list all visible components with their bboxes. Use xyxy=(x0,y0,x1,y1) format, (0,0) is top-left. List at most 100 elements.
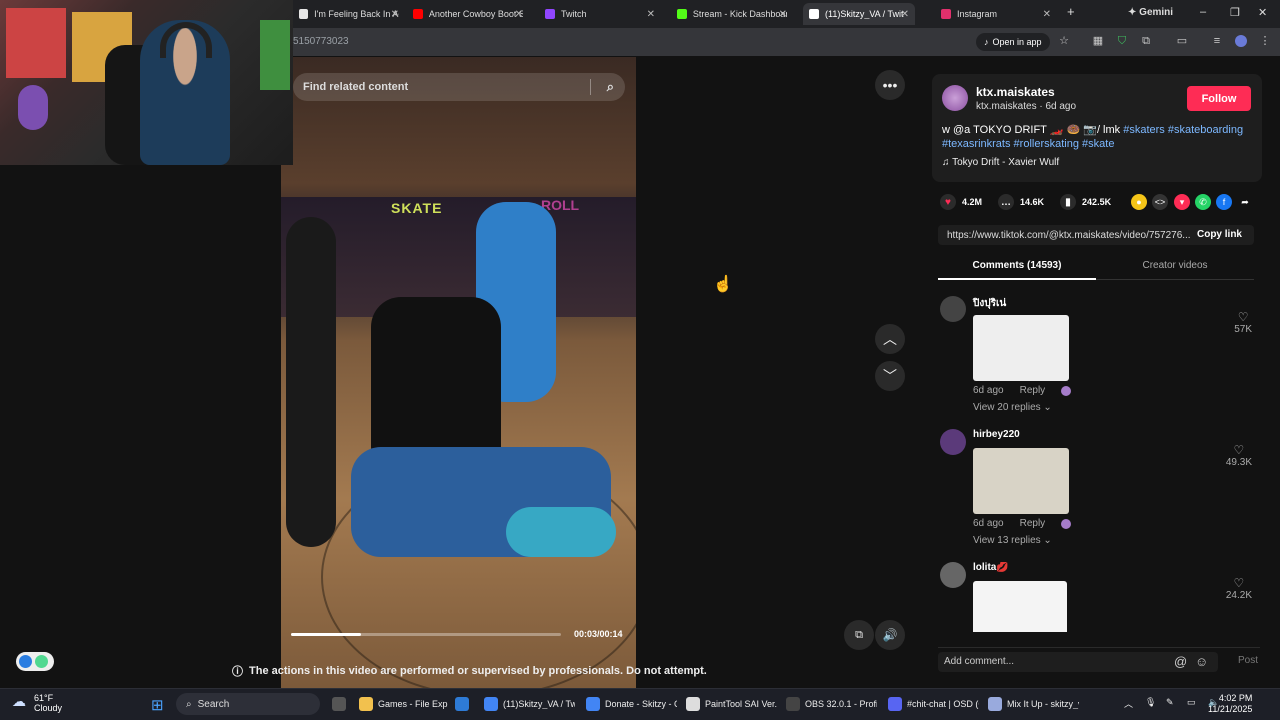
microphone-icon[interactable]: 🎙 xyxy=(1145,697,1156,708)
post-comment-button[interactable]: Post xyxy=(1238,655,1258,666)
weather-widget[interactable]: ☁ 61°F Cloudy xyxy=(12,693,62,713)
reply-button[interactable]: Reply xyxy=(1020,385,1046,396)
view-replies-button[interactable]: View 13 replies ⌄ xyxy=(973,535,1052,546)
open-in-app-button[interactable]: ♪ Open in app xyxy=(976,33,1050,51)
more-options-icon[interactable]: ••• xyxy=(875,70,905,100)
tab-close-icon[interactable]: ✕ xyxy=(901,9,909,20)
tab-close-icon[interactable]: ✕ xyxy=(647,9,655,20)
reading-list-icon[interactable]: ≡ xyxy=(1211,35,1223,47)
share-arrow-icon[interactable]: ➦ xyxy=(1237,194,1253,210)
video-player[interactable]: SKATE ROLL xyxy=(281,57,636,688)
whatsapp-icon[interactable]: ✆ xyxy=(1195,194,1211,210)
taskbar-app[interactable]: (11)Skitzy_VA / Twit xyxy=(484,697,575,711)
hashtag-link[interactable]: #skate xyxy=(1082,138,1114,150)
taskbar-app[interactable]: Donate - Skitzy - C xyxy=(586,697,677,711)
comment-like-button[interactable]: ♡ 49.3K xyxy=(1226,443,1252,468)
facebook-icon[interactable]: f xyxy=(1216,194,1232,210)
more-menu-icon[interactable]: ⋮ xyxy=(1259,35,1271,47)
tab-favicon-icon xyxy=(809,9,819,19)
picture-in-picture-icon[interactable]: ⧉ xyxy=(844,620,874,650)
view-replies-button[interactable]: View 20 replies ⌄ xyxy=(973,402,1052,413)
network-icon[interactable]: ▭ xyxy=(1187,697,1196,708)
hashtag-link[interactable]: #skaters xyxy=(1123,124,1165,136)
taskbar-search[interactable]: ⌕ Search xyxy=(176,693,320,715)
comment-time: 6d ago xyxy=(973,385,1004,396)
minimize-icon[interactable]: – xyxy=(1200,6,1206,18)
volume-icon[interactable]: 🔊 xyxy=(875,620,905,650)
taskbar-app[interactable]: OBS 32.0.1 - Profile xyxy=(786,697,877,711)
taskbar-app[interactable]: Mix It Up - skitzy_v xyxy=(988,697,1079,711)
browser-tab[interactable]: Twitch ✕ xyxy=(539,3,661,25)
commenter-name[interactable]: ปิงปุริเน่ xyxy=(973,296,1006,311)
caption-text: w @a TOKYO DRIFT 🏎️ 🍩 📷/ lmk xyxy=(942,124,1124,136)
tab-label: Another Cowboy Boot S xyxy=(428,9,523,19)
bookmark-star-icon[interactable]: ☆ xyxy=(1058,35,1070,47)
next-video-chevron-down-icon[interactable]: ﹀ xyxy=(875,361,905,391)
music-track[interactable]: ♫ Tokyo Drift - Xavier Wulf xyxy=(942,157,1059,168)
mention-icon[interactable]: @ xyxy=(1174,654,1187,669)
tab-close-icon[interactable]: ✕ xyxy=(779,9,787,20)
hashtag-link[interactable]: #rollerskating xyxy=(1014,138,1079,150)
shield-icon[interactable]: ⛉ xyxy=(1116,35,1128,47)
commenter-name[interactable]: lolita💋 xyxy=(973,562,1009,573)
send-to-friends-icon[interactable]: ▾ xyxy=(1174,194,1190,210)
embed-code-icon[interactable]: <> xyxy=(1152,194,1168,210)
browser-tab[interactable]: (11)Skitzy_VA / Twit ✕ xyxy=(803,3,915,25)
taskbar-app[interactable]: #chit-chat | OSD (C xyxy=(888,697,979,711)
maximize-icon[interactable]: ❐ xyxy=(1230,6,1240,19)
profile-avatar[interactable] xyxy=(1235,35,1247,47)
close-window-icon[interactable]: ✕ xyxy=(1258,6,1267,19)
gemini-button[interactable]: ✦ Gemini xyxy=(1128,7,1173,18)
like-button[interactable]: ♥ 4.2M xyxy=(940,194,982,210)
comment-meta: 6d ago Reply xyxy=(973,385,1072,396)
search-icon[interactable]: ⌕ xyxy=(607,79,614,95)
video-progress-bar[interactable] xyxy=(291,633,561,636)
extension-icon[interactable]: ▦ xyxy=(1092,35,1104,47)
commenter-avatar[interactable] xyxy=(940,562,966,588)
comment-button[interactable]: … 14.6K xyxy=(998,194,1044,210)
find-related-content-search[interactable]: Find related content ⌕ xyxy=(293,73,625,101)
tab-close-icon[interactable]: ✕ xyxy=(1043,9,1051,20)
commenter-avatar[interactable] xyxy=(940,429,966,455)
tab-close-icon[interactable]: ✕ xyxy=(515,9,523,20)
engagement-stats: ♥ 4.2M … 14.6K ▮ 242.5K xyxy=(940,194,1121,210)
follow-button[interactable]: Follow xyxy=(1187,86,1251,111)
reply-button[interactable]: Reply xyxy=(1020,518,1046,529)
browser-tab[interactable]: Stream - Kick Dashboar ✕ xyxy=(671,3,793,25)
tab-comments[interactable]: Comments (14593) xyxy=(938,256,1096,280)
share-coin-icon[interactable]: ● xyxy=(1131,194,1147,210)
browser-tab[interactable]: I'm Feeling Back In Acti ✕ xyxy=(293,3,405,25)
commenter-avatar[interactable] xyxy=(940,296,966,322)
extensions-puzzle-icon[interactable]: ⧉ xyxy=(1140,35,1152,47)
post-link-url[interactable]: https://www.tiktok.com/@ktx.maiskates/vi… xyxy=(947,230,1191,241)
floating-widget[interactable] xyxy=(16,652,54,671)
photos-app-icon[interactable] xyxy=(455,697,469,711)
copy-link-button[interactable]: Copy link xyxy=(1197,229,1242,240)
hashtag-link[interactable]: #skateboarding xyxy=(1168,124,1243,136)
tray-chevron-up-icon[interactable]: ︿ xyxy=(1124,697,1133,710)
save-button[interactable]: ▮ 242.5K xyxy=(1060,194,1111,210)
commenter-name[interactable]: hirbey220 xyxy=(973,429,1020,440)
browser-tab[interactable]: Another Cowboy Boot S ✕ xyxy=(407,3,529,25)
taskbar-clock[interactable]: 4:02 PM 11/21/2025 xyxy=(1208,693,1252,715)
start-windows-icon[interactable]: ⊞ xyxy=(151,696,164,714)
author-avatar[interactable] xyxy=(942,85,968,111)
hashtag-link[interactable]: #texasrinkrats xyxy=(942,138,1010,150)
new-tab-button[interactable]: + xyxy=(1067,4,1075,19)
tab-close-icon[interactable]: ✕ xyxy=(391,9,399,20)
task-view-icon[interactable] xyxy=(332,697,346,711)
author-username[interactable]: ktx.maiskates xyxy=(976,85,1055,99)
tab-creator-videos[interactable]: Creator videos xyxy=(1096,256,1254,280)
emoji-icon[interactable]: ☺ xyxy=(1195,654,1208,669)
taskbar-app[interactable]: Games - File Exp xyxy=(359,697,448,711)
widget-status-icon xyxy=(35,655,48,668)
taskbar-app[interactable]: PaintTool SAI Ver.2 xyxy=(686,697,777,711)
comment-like-button[interactable]: ♡ 24.2K xyxy=(1226,576,1252,601)
browser-tab[interactable]: Instagram ✕ xyxy=(935,3,1057,25)
comment-like-button[interactable]: ♡ 57K xyxy=(1234,310,1252,335)
address-bar[interactable]: 5150773023 xyxy=(293,36,349,47)
add-comment-bar: Add comment... @ ☺ xyxy=(938,647,1260,673)
pen-icon[interactable]: ✎ xyxy=(1166,697,1174,708)
cast-icon[interactable]: ▭ xyxy=(1176,35,1188,47)
previous-video-chevron-up-icon[interactable]: ︿ xyxy=(875,324,905,354)
